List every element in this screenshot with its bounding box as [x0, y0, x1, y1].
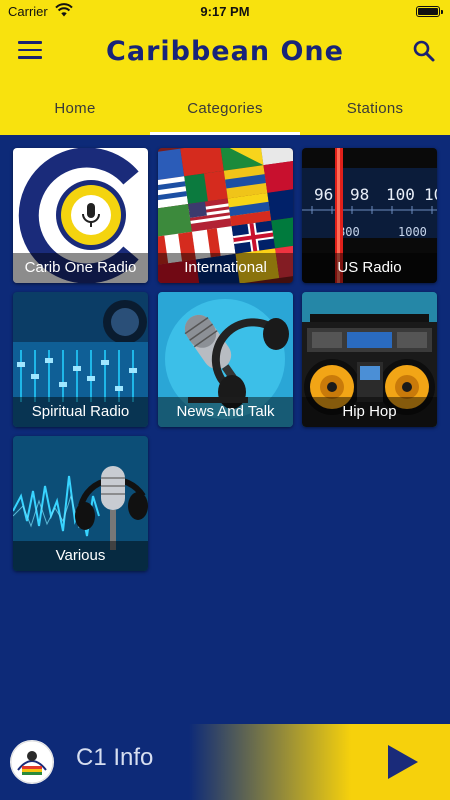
svg-text:96: 96: [314, 185, 333, 204]
app-title: Caribbean One: [106, 36, 344, 67]
caribbean-one-logo-icon: [10, 740, 54, 784]
svg-text:98: 98: [350, 185, 369, 204]
category-label: Various: [13, 541, 148, 571]
category-tile-international[interactable]: International: [158, 148, 293, 283]
play-icon[interactable]: [386, 743, 420, 781]
category-tile-us-radio[interactable]: 96 98 100 10 800 1000 US Radio: [302, 148, 437, 283]
tab-bar: Home Categories Stations: [0, 82, 450, 135]
category-tile-news-and-talk[interactable]: News And Talk: [158, 292, 293, 427]
mini-player[interactable]: C1 Info: [0, 724, 450, 800]
svg-text:100: 100: [386, 185, 415, 204]
tab-stations[interactable]: Stations: [300, 82, 450, 135]
category-tile-various[interactable]: Various: [13, 436, 148, 571]
status-bar: Carrier 9:17 PM: [0, 0, 450, 24]
now-playing-title: C1 Info: [76, 744, 154, 771]
category-tile-carib-one-radio[interactable]: Carib One Radio: [13, 148, 148, 283]
category-tile-hip-hop[interactable]: Hip Hop: [302, 292, 437, 427]
station-logo: [10, 740, 54, 784]
category-tile-spiritual-radio[interactable]: Spiritual Radio: [13, 292, 148, 427]
tab-categories[interactable]: Categories: [150, 82, 300, 135]
category-label: Carib One Radio: [13, 253, 148, 283]
search-icon[interactable]: [412, 39, 436, 63]
category-label: US Radio: [302, 253, 437, 283]
category-label: Spiritual Radio: [13, 397, 148, 427]
category-label: International: [158, 253, 293, 283]
svg-text:1000: 1000: [398, 225, 427, 239]
category-label: News And Talk: [158, 397, 293, 427]
category-label: Hip Hop: [302, 397, 437, 427]
app-bar: Caribbean One: [0, 24, 450, 82]
clock: 9:17 PM: [200, 4, 250, 19]
svg-text:10: 10: [424, 185, 437, 204]
tab-home[interactable]: Home: [0, 82, 150, 135]
battery-icon: [416, 6, 443, 17]
